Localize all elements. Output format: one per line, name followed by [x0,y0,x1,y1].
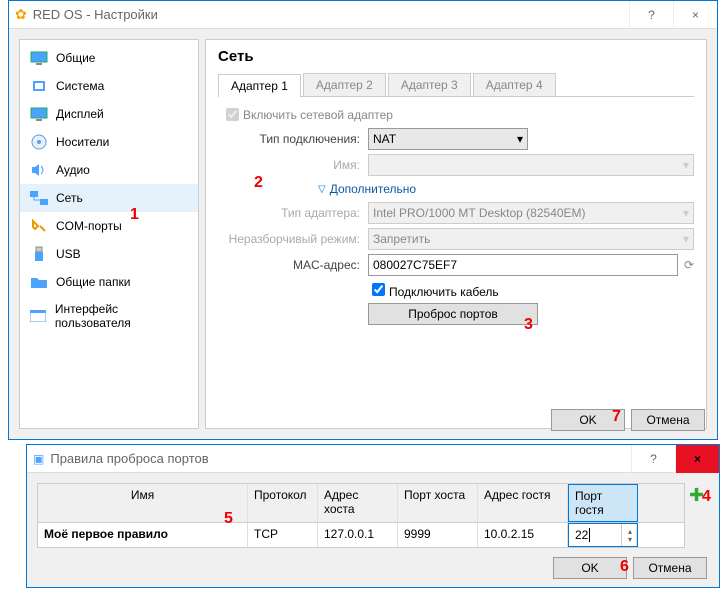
cancel-button[interactable]: Отмена [633,557,707,579]
adapter-type-label: Тип адаптера: [218,206,368,220]
display-icon [30,106,48,122]
chevron-down-icon: ▾ [683,158,689,172]
sidebar-item-network[interactable]: Сеть [20,184,198,212]
tab-adapter-4[interactable]: Адаптер 4 [473,73,556,96]
conn-type-select[interactable]: NAT▾ [368,128,528,150]
sidebar-item-label: Аудио [56,163,90,177]
mac-label: MAC-адрес: [218,258,368,272]
cell-protocol[interactable]: TCP [248,523,318,547]
chevron-down-icon: ▾ [517,132,523,146]
titlebar: ▣ Правила проброса портов ? × [27,445,719,473]
port-forward-button[interactable]: Проброс портов [368,303,538,325]
sidebar-item-label: Носители [56,135,109,149]
sidebar-item-label: Общие [56,51,95,65]
sidebar-item-ui[interactable]: Интерфейс пользователя [20,296,198,336]
sidebar-item-label: Сеть [56,191,83,205]
enable-adapter-label: Включить сетевой адаптер [243,108,393,122]
chevron-down-icon: ▾ [628,536,630,544]
titlebar: ✿ RED OS - Настройки ? × [9,1,717,29]
sidebar-item-general[interactable]: Общие [20,44,198,72]
window-title: Правила проброса портов [50,451,631,466]
window-icon [30,308,47,324]
port-rules-window: ▣ Правила проброса портов ? × Имя Проток… [26,444,720,588]
add-rule-icon[interactable]: ✚ [689,485,704,505]
cell-guest-addr[interactable]: 10.0.2.15 [478,523,568,547]
sidebar-item-display[interactable]: Дисплей [20,100,198,128]
tab-adapter-1[interactable]: Адаптер 1 [218,74,301,97]
col-guest-addr[interactable]: Адрес гостя [478,484,568,522]
sidebar-item-label: Общие папки [56,275,130,289]
promisc-label: Неразборчивый режим: [218,232,368,246]
sidebar-item-system[interactable]: Система [20,72,198,100]
conn-type-label: Тип подключения: [218,132,368,146]
chevron-down-icon: ▾ [683,232,689,246]
triangle-down-icon: ▽ [318,184,326,195]
help-button[interactable]: ? [629,1,673,29]
col-name[interactable]: Имя [38,484,248,522]
adapter-type-select: Intel PRO/1000 MT Desktop (82540EM)▾ [368,202,694,224]
col-host-port[interactable]: Порт хоста [398,484,478,522]
refresh-icon[interactable]: ⟳ [684,258,694,272]
enable-adapter-checkbox[interactable] [226,108,239,121]
cable-label: Подключить кабель [389,285,499,299]
sidebar-item-usb[interactable]: USB [20,240,198,268]
cell-host-port[interactable]: 9999 [398,523,478,547]
close-button[interactable]: × [673,1,717,29]
usb-icon [30,246,48,262]
help-button[interactable]: ? [631,445,675,473]
ok-button[interactable]: OK [551,409,625,431]
advanced-toggle[interactable]: ▽ Дополнительно [318,182,694,196]
cell-guest-port[interactable]: 22 ▴▾ [568,523,638,547]
table-row[interactable]: Моё первое правило TCP 127.0.0.1 9999 10… [38,523,684,547]
close-button[interactable]: × [675,445,719,473]
window-title: RED OS - Настройки [33,7,629,22]
cell-host-addr[interactable]: 127.0.0.1 [318,523,398,547]
promisc-select: Запретить▾ [368,228,694,250]
gear-icon: ✿ [15,6,27,23]
table-header: Имя Протокол Адрес хоста Порт хоста Адре… [38,484,684,523]
app-icon: ▣ [33,452,44,466]
disk-icon [30,134,48,150]
sidebar-item-shared[interactable]: Общие папки [20,268,198,296]
col-guest-port[interactable]: Порт гостя [568,484,638,522]
cell-name[interactable]: Моё первое правило [38,523,248,547]
sidebar-item-label: Система [56,79,104,93]
plug-icon [30,218,48,234]
sidebar: Общие Система Дисплей Носители Аудио Сет… [19,39,199,429]
tab-adapter-3[interactable]: Адаптер 3 [388,73,471,96]
chip-icon [30,78,48,94]
tab-adapter-2[interactable]: Адаптер 2 [303,73,386,96]
sidebar-item-label: Интерфейс пользователя [55,302,188,330]
sidebar-item-audio[interactable]: Аудио [20,156,198,184]
content-panel: Сеть Адаптер 1 Адаптер 2 Адаптер 3 Адапт… [205,39,707,429]
network-icon [30,190,48,206]
name-select: ▾ [368,154,694,176]
content-heading: Сеть [218,48,694,65]
rules-table: Имя Протокол Адрес хоста Порт хоста Адре… [37,483,685,548]
cable-checkbox[interactable] [372,283,385,296]
adapter-tabs: Адаптер 1 Адаптер 2 Адаптер 3 Адаптер 4 [218,73,694,97]
sidebar-item-serial[interactable]: COM-порты [20,212,198,240]
folder-icon [30,274,48,290]
sidebar-item-label: COM-порты [56,219,122,233]
chevron-down-icon: ▾ [683,206,689,220]
sidebar-item-label: USB [56,247,81,261]
name-label: Имя: [218,158,368,172]
sidebar-item-storage[interactable]: Носители [20,128,198,156]
cancel-button[interactable]: Отмена [631,409,705,431]
speaker-icon [30,162,48,178]
settings-window: ✿ RED OS - Настройки ? × Общие Система Д… [8,0,718,440]
mac-input[interactable] [368,254,678,276]
sidebar-item-label: Дисплей [56,107,104,121]
col-protocol[interactable]: Протокол [248,484,318,522]
ok-button[interactable]: OK [553,557,627,579]
spinner[interactable]: ▴▾ [621,524,637,546]
monitor-icon [30,50,48,66]
col-host-addr[interactable]: Адрес хоста [318,484,398,522]
